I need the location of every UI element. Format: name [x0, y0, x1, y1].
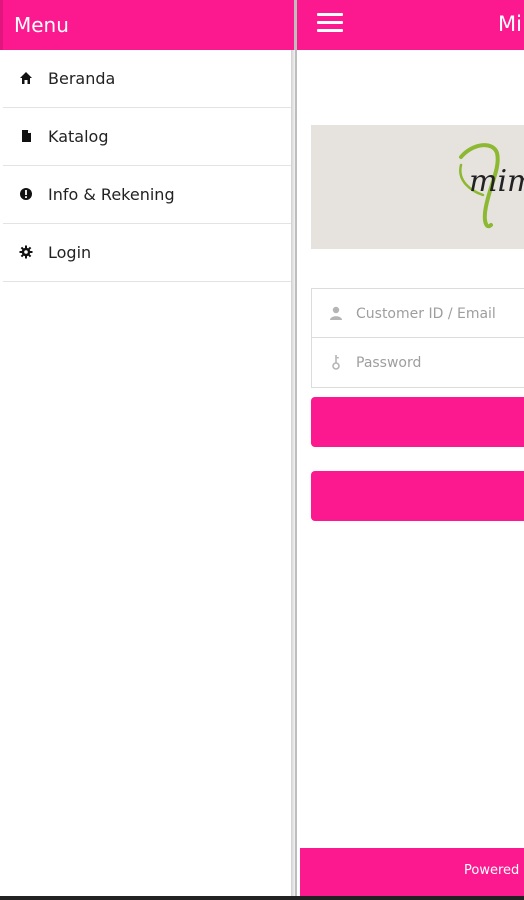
info-icon [20, 188, 32, 200]
navigation-drawer: Menu Beranda Katalog Info & Rekening Log… [0, 0, 297, 900]
footer-bar: Powered [300, 848, 524, 897]
menu-item-katalog[interactable]: Katalog [3, 108, 294, 166]
menu-item-label: Beranda [48, 69, 116, 88]
key-icon [332, 355, 340, 370]
customer-id-input[interactable] [356, 302, 521, 326]
brand-logo: mim [459, 143, 524, 229]
brand-logo-text: mim [469, 164, 524, 199]
menu-hamburger-icon[interactable] [316, 13, 344, 35]
password-input[interactable] [356, 351, 521, 375]
drawer-title: Menu [14, 13, 69, 37]
powered-by-text: Powered [464, 863, 520, 878]
gear-icon [19, 245, 33, 259]
menu-item-label: Login [48, 243, 92, 262]
drawer-header: Menu [0, 0, 294, 50]
menu-item-label: Info & Rekening [48, 185, 175, 204]
menu-item-info-rekening[interactable]: Info & Rekening [3, 166, 294, 224]
app-title: Mi [498, 12, 522, 36]
password-field [311, 338, 524, 388]
home-icon [20, 72, 32, 84]
drawer-divider [291, 50, 295, 896]
menu-item-login[interactable]: Login [3, 224, 294, 282]
menu-item-label: Katalog [48, 127, 109, 146]
brand-banner: mim [311, 125, 524, 249]
user-icon [330, 306, 342, 320]
drawer-menu: Beranda Katalog Info & Rekening Login [3, 50, 294, 282]
customer-id-field [311, 288, 524, 338]
screen-bottom-edge [0, 896, 524, 900]
register-button[interactable] [311, 471, 524, 521]
menu-item-beranda[interactable]: Beranda [3, 50, 294, 108]
document-icon [22, 130, 31, 142]
login-form [311, 288, 524, 388]
login-button[interactable] [311, 397, 524, 447]
